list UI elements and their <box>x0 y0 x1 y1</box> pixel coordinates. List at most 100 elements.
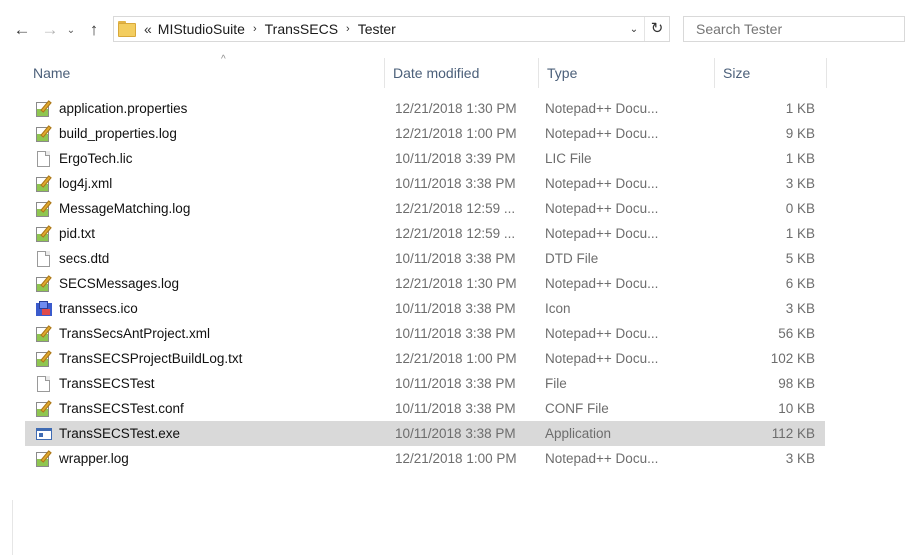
file-row[interactable]: TransSECSTest 10/11/2018 3:38 PM File 98 KB <box>25 371 825 396</box>
column-header-type[interactable]: Type <box>539 58 715 88</box>
file-date: 12/21/2018 1:30 PM <box>395 276 517 291</box>
file-date: 10/11/2018 3:38 PM <box>395 326 516 341</box>
file-size: 1 KB <box>785 226 815 241</box>
file-row[interactable]: pid.txt 12/21/2018 12:59 ... Notepad++ Doc… <box>25 221 825 246</box>
file-size: 3 KB <box>785 176 815 191</box>
file-date: 10/11/2018 3:38 PM <box>395 376 516 391</box>
search-input[interactable] <box>683 16 905 42</box>
file-row[interactable]: MessageMatching.log 12/21/2018 12:59 ... N… <box>25 196 825 221</box>
file-name: ErgoTech.lic <box>59 151 133 166</box>
file-name-cell: SECSMessages.log <box>35 271 179 296</box>
file-size: 10 KB <box>778 401 815 416</box>
column-header-size[interactable]: Size <box>715 58 827 88</box>
file-name-cell: MessageMatching.log <box>35 196 190 221</box>
file-size: 5 KB <box>785 251 815 266</box>
forward-button[interactable]: → <box>39 19 61 41</box>
file-type: Notepad++ Docu... <box>545 101 659 116</box>
address-history-dropdown-button[interactable]: ⌄ <box>624 24 644 35</box>
file-row[interactable]: log4j.xml 10/11/2018 3:38 PM Notepad++ Doc… <box>25 171 825 196</box>
notepadpp-document-icon <box>35 349 53 368</box>
column-header-row: ^ Name Date modified Type Size <box>25 54 827 88</box>
file-name-cell: TransSecsAntProject.xml <box>35 321 210 346</box>
file-row[interactable]: TransSECSTest.conf 10/11/2018 3:38 PM CONF… <box>25 396 825 421</box>
file-row[interactable]: TransSECSTest.exe 10/11/2018 3:38 PM Appli… <box>25 421 825 446</box>
file-row[interactable]: TransSECSProjectBuildLog.txt 12/21/2018 1… <box>25 346 825 371</box>
file-name-cell: log4j.xml <box>35 171 112 196</box>
file-date: 10/11/2018 3:38 PM <box>395 301 516 316</box>
file-size: 9 KB <box>785 126 815 141</box>
file-type: File <box>545 376 567 391</box>
notepadpp-document-icon <box>35 124 53 143</box>
notepadpp-document-icon <box>35 399 53 418</box>
file-name-cell: transsecs.ico <box>35 296 138 321</box>
notepadpp-document-icon <box>35 224 53 243</box>
file-type: Notepad++ Docu... <box>545 351 659 366</box>
file-date: 12/21/2018 1:00 PM <box>395 451 517 466</box>
file-date: 10/11/2018 3:39 PM <box>395 151 516 166</box>
arrow-right-icon: → <box>41 20 59 39</box>
column-header-name[interactable]: Name <box>25 58 385 88</box>
file-name: MessageMatching.log <box>59 201 191 216</box>
address-controls: ⌄ ↻ <box>624 17 669 41</box>
file-size: 112 KB <box>771 426 815 441</box>
recent-locations-button[interactable]: ⌄ <box>63 19 79 41</box>
breadcrumb-separator-icon[interactable]: › <box>253 23 257 35</box>
up-button[interactable]: ↑ <box>83 19 105 41</box>
breadcrumb-item-transsecs[interactable]: TransSECS <box>265 21 338 37</box>
file-name-cell: TransSECSTest.exe <box>35 421 180 446</box>
file-type: CONF File <box>545 401 609 416</box>
file-name-cell: build_properties.log <box>35 121 177 146</box>
file-name: wrapper.log <box>59 451 129 466</box>
file-row[interactable]: TransSecsAntProject.xml 10/11/2018 3:38 P… <box>25 321 825 346</box>
notepadpp-document-icon <box>35 99 53 118</box>
file-name: secs.dtd <box>59 251 110 266</box>
file-name-cell: TransSECSTest <box>35 371 155 396</box>
breadcrumb-separator-icon[interactable]: › <box>346 23 350 35</box>
refresh-icon[interactable]: ↻ <box>644 17 669 41</box>
file-name: pid.txt <box>59 226 96 241</box>
file-name: TransSECSTest <box>59 376 155 391</box>
file-date: 12/21/2018 12:59 ... <box>395 226 516 241</box>
file-type: Icon <box>545 301 571 316</box>
arrow-left-icon: ← <box>13 20 31 39</box>
breadcrumb-overflow-button[interactable]: « <box>144 21 152 37</box>
file-date: 10/11/2018 3:38 PM <box>395 176 516 191</box>
file-name-cell: application.properties <box>35 96 187 121</box>
file-name: TransSecsAntProject.xml <box>59 326 211 341</box>
breadcrumb-item-tester[interactable]: Tester <box>358 21 396 37</box>
file-name-cell: TransSECSTest.conf <box>35 396 184 421</box>
file-row[interactable]: SECSMessages.log 12/21/2018 1:30 PM Notepa… <box>25 271 825 296</box>
column-header-date[interactable]: Date modified <box>385 58 539 88</box>
file-name-cell: wrapper.log <box>35 446 129 471</box>
file-name: TransSECSProjectBuildLog.txt <box>59 351 243 366</box>
file-name: TransSECSTest.conf <box>59 401 184 416</box>
file-date: 12/21/2018 12:59 ... <box>395 201 516 216</box>
file-name: log4j.xml <box>59 176 113 191</box>
file-type: Notepad++ Docu... <box>545 451 659 466</box>
chevron-down-icon: ⌄ <box>66 24 76 36</box>
application-icon <box>35 425 53 443</box>
file-size: 3 KB <box>785 451 815 466</box>
file-list: application.properties 12/21/2018 1:30 PM… <box>25 96 825 471</box>
file-name-cell: secs.dtd <box>35 246 109 271</box>
blank-file-icon <box>35 150 53 168</box>
blank-file-icon <box>35 250 53 268</box>
back-button[interactable]: ← <box>11 19 33 41</box>
file-row[interactable]: secs.dtd 10/11/2018 3:38 PM DTD File 5 KB <box>25 246 825 271</box>
file-size: 1 KB <box>785 151 815 166</box>
breadcrumb-item-mistudiosuite[interactable]: MIStudioSuite <box>158 21 245 37</box>
file-row[interactable]: transsecs.ico 10/11/2018 3:38 PM Icon 3 KB <box>25 296 825 321</box>
file-row[interactable]: ErgoTech.lic 10/11/2018 3:39 PM LIC File 1 … <box>25 146 825 171</box>
file-size: 6 KB <box>785 276 815 291</box>
address-box[interactable]: « MIStudioSuite › TransSECS › Tester ⌄ ↻ <box>113 16 670 42</box>
blank-file-icon <box>35 375 53 393</box>
file-type: DTD File <box>545 251 599 266</box>
file-type: Notepad++ Docu... <box>545 326 659 341</box>
file-row[interactable]: build_properties.log 12/21/2018 1:00 PM No… <box>25 121 825 146</box>
file-name: SECSMessages.log <box>59 276 180 291</box>
file-type: Notepad++ Docu... <box>545 226 659 241</box>
file-row[interactable]: application.properties 12/21/2018 1:30 PM… <box>25 96 825 121</box>
notepadpp-document-icon <box>35 199 53 218</box>
file-name: build_properties.log <box>59 126 177 141</box>
file-row[interactable]: wrapper.log 12/21/2018 1:00 PM Notepad++ D… <box>25 446 825 471</box>
